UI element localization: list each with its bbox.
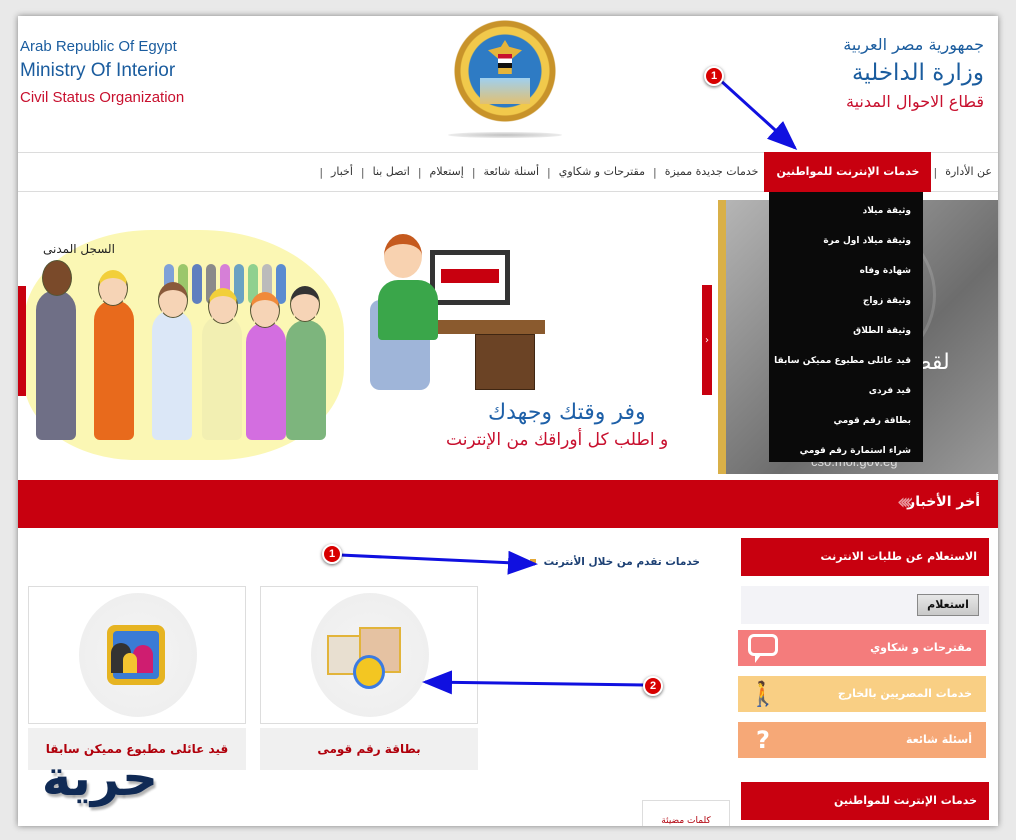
nav-item-inquiry[interactable]: إستعلام (424, 152, 470, 192)
person-figure (202, 315, 242, 440)
nav-item-faq[interactable]: أسنلة شائعة (478, 152, 545, 192)
dropdown-item-birth-certificate[interactable]: وثيقة ميلاد (769, 196, 923, 226)
service-card-family-record[interactable]: قيد عائلى مطبوع مميكن سابقا (28, 586, 246, 770)
pyramids-icon (480, 78, 530, 104)
nav-separator: | (933, 165, 938, 179)
annotation-badge: 1 (322, 544, 342, 564)
site-header: Arab Republic Of Egypt Ministry Of Inter… (18, 16, 998, 152)
person-head (208, 288, 238, 324)
en-country-title: Arab Republic Of Egypt (20, 38, 177, 55)
nav-separator: | (652, 165, 657, 179)
latest-news-title: أخر الأخبار (907, 494, 980, 510)
dropdown-item-death-certificate[interactable]: شهادة وفاه (769, 256, 923, 286)
emblem-shadow (448, 132, 562, 138)
person-head (290, 286, 320, 322)
banner-slogan-sub: و اطلب كل أوراقك من الإنترنت (446, 430, 669, 450)
man-head (384, 234, 422, 278)
person-head (158, 282, 188, 318)
tile-egyptians-abroad[interactable]: خدمات المصريين بالخارج 🚶 (738, 676, 986, 712)
en-organization-title: Civil Status Organization (20, 89, 185, 106)
dropdown-item-national-id[interactable]: بطاقة رقم قومي (769, 406, 923, 436)
person-head (98, 270, 128, 306)
inquiry-box: استعلام (741, 586, 989, 624)
tile-faq[interactable]: أسئلة شائعة ? (738, 722, 986, 758)
service-card-image (28, 586, 246, 724)
tile-suggestions[interactable]: مقترحات و شكاوي (738, 630, 986, 666)
nav-item-about[interactable]: عن الأدارة (939, 152, 998, 192)
nav-item-contact[interactable]: اتصل بنا (367, 152, 416, 192)
arabic-titles: جمهورية مصر العربية وزارة الداخلية قطاع … (843, 34, 984, 114)
people-illustration (24, 230, 344, 460)
question-mark-icon: ? (756, 726, 770, 754)
chevrons-icon: ‹‹‹‹ (896, 490, 914, 515)
page: Arab Republic Of Egypt Ministry Of Inter… (18, 16, 998, 826)
person-figure (246, 322, 286, 440)
services-heading-text: خدمات تقدم من خلال الأنترنت (543, 556, 700, 568)
dropdown-item-marriage-certificate[interactable]: وثيقة زواج (769, 286, 923, 316)
nav-separator: | (547, 165, 551, 179)
annotation-badge: 2 (643, 676, 663, 696)
person-figure (152, 310, 192, 440)
ar-organization-title: قطاع الاحوال المدنية (846, 92, 984, 111)
ar-country-title: جمهورية مصر العربية (843, 35, 984, 54)
inquiry-heading: الاستعلام عن طلبات الانترنت (741, 538, 989, 576)
person-figure (94, 300, 134, 440)
citizens-services-heading: خدمات الإنترنت للمواطنين (741, 782, 989, 820)
computer-user-illustration (370, 220, 550, 400)
civil-registry-label: السجل المدنى (43, 242, 115, 256)
dropdown-item-divorce-certificate[interactable]: وثيقة الطلاق (769, 316, 923, 346)
annotation-badge: 1 (704, 66, 724, 86)
slider-next-button[interactable]: › (702, 285, 712, 395)
flag-icon (498, 54, 512, 68)
nav-separator: | (417, 165, 422, 179)
nav-separator: | (360, 165, 365, 179)
slider-prev-button[interactable] (18, 286, 26, 396)
service-card-caption[interactable]: بطاقة رقم قومى (260, 728, 478, 770)
desk-drawer (475, 334, 535, 390)
banner-slogan-main: وفر وقتك وجهدك (488, 400, 646, 425)
dropdown-item-first-birth-certificate[interactable]: وثيقة ميلاد اول مرة (769, 226, 923, 256)
main-nav: عن الأدارة | خدمات الإنترنت للمواطنين خد… (18, 152, 998, 192)
person-figure (36, 290, 76, 440)
nav-separator: | (319, 165, 324, 179)
bullet-icon (529, 559, 536, 565)
person-head (42, 260, 72, 296)
chevron-right-icon: › (705, 334, 709, 346)
site-watermark-logo: حرية (28, 746, 158, 816)
dropdown-item-individual-record[interactable]: قيد فردى (769, 376, 923, 406)
nav-item-internet-services[interactable]: خدمات الإنترنت للمواطنين (764, 152, 932, 192)
bookmark-tab[interactable]: كلمات مضيئة (642, 800, 730, 826)
service-card-national-id[interactable]: بطاقة رقم قومى (260, 586, 478, 770)
inquiry-button[interactable]: استعلام (917, 594, 979, 616)
english-titles: Arab Republic Of Egypt Ministry Of Inter… (20, 38, 184, 110)
tile-label: خدمات المصريين بالخارج (837, 687, 972, 700)
monitor (430, 250, 510, 305)
tile-label: مقترحات و شكاوي (870, 641, 972, 654)
watermark-text: حرية (41, 749, 158, 807)
latest-news-bar: أخر الأخبار ‹‹‹‹ (18, 480, 998, 528)
nav-separator: | (471, 165, 476, 179)
nav-item-new-services[interactable]: خدمات جديدة مميزة (659, 152, 765, 192)
dropdown-item-family-record[interactable]: قيد عائلى مطبوع مميكن سابقا (769, 346, 923, 376)
person-head (250, 292, 280, 328)
man-body (378, 280, 438, 340)
speech-bubble-icon (748, 634, 778, 663)
service-card-image (260, 586, 478, 724)
nav-item-suggestions[interactable]: مقترحات و شكاوي (553, 152, 651, 192)
services-heading[interactable]: خدمات تقدم من خلال الأنترنت (529, 556, 700, 568)
traveler-icon: 🚶 (748, 680, 778, 708)
ministry-emblem-logo[interactable] (450, 16, 560, 126)
internet-services-dropdown: وثيقة ميلاد وثيقة ميلاد اول مرة شهادة وف… (769, 192, 923, 462)
en-ministry-title: Ministry Of Interior (20, 60, 176, 81)
id-card-icon (327, 627, 407, 693)
family-icon (107, 625, 165, 685)
person-figure (286, 320, 326, 440)
nav-item-news[interactable]: أخبار (325, 152, 359, 192)
dropdown-item-buy-id-form[interactable]: شراء استمارة رقم قومي (769, 436, 923, 466)
tile-label: أسئلة شائعة (905, 733, 972, 746)
ar-ministry-title: وزارة الداخلية (851, 60, 984, 86)
